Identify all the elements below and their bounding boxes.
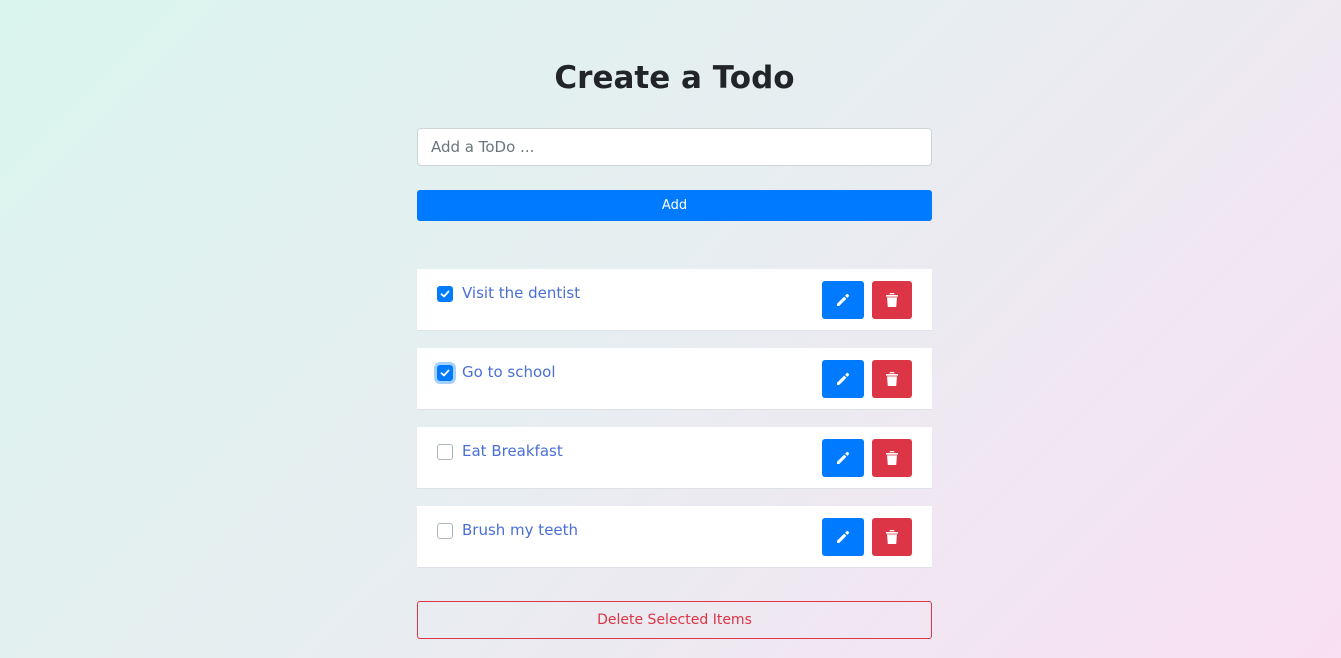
todo-item: Eat Breakfast bbox=[417, 427, 932, 489]
todo-text: Eat Breakfast bbox=[462, 442, 563, 460]
delete-selected-button[interactable]: Delete Selected Items bbox=[417, 601, 932, 639]
edit-button[interactable] bbox=[822, 360, 864, 398]
trash-icon bbox=[886, 530, 898, 544]
todo-input[interactable] bbox=[417, 128, 932, 166]
checkmark-icon bbox=[440, 369, 450, 377]
todo-text: Brush my teeth bbox=[462, 521, 579, 539]
todo-checkbox[interactable] bbox=[437, 365, 453, 381]
todo-list: Visit the dentist Go to school Eat Break… bbox=[417, 269, 932, 585]
pencil-icon bbox=[837, 530, 850, 543]
page-title: Create a Todo bbox=[554, 60, 795, 96]
todo-item: Go to school bbox=[417, 348, 932, 410]
pencil-icon bbox=[837, 293, 850, 306]
delete-button[interactable] bbox=[872, 439, 912, 477]
todo-text: Visit the dentist bbox=[462, 284, 581, 302]
todo-text: Go to school bbox=[462, 363, 556, 381]
delete-button[interactable] bbox=[872, 518, 912, 556]
pencil-icon bbox=[837, 372, 850, 385]
edit-button[interactable] bbox=[822, 281, 864, 319]
trash-icon bbox=[886, 293, 898, 307]
delete-button[interactable] bbox=[872, 360, 912, 398]
todo-checkbox[interactable] bbox=[437, 523, 453, 539]
checkmark-icon bbox=[440, 290, 450, 298]
todo-item: Visit the dentist bbox=[417, 269, 932, 331]
edit-button[interactable] bbox=[822, 518, 864, 556]
trash-icon bbox=[886, 451, 898, 465]
trash-icon bbox=[886, 372, 898, 386]
todo-checkbox[interactable] bbox=[437, 286, 453, 302]
pencil-icon bbox=[837, 451, 850, 464]
add-button[interactable]: Add bbox=[417, 190, 932, 221]
delete-button[interactable] bbox=[872, 281, 912, 319]
edit-button[interactable] bbox=[822, 439, 864, 477]
todo-checkbox[interactable] bbox=[437, 444, 453, 460]
todo-item: Brush my teeth bbox=[417, 506, 932, 568]
